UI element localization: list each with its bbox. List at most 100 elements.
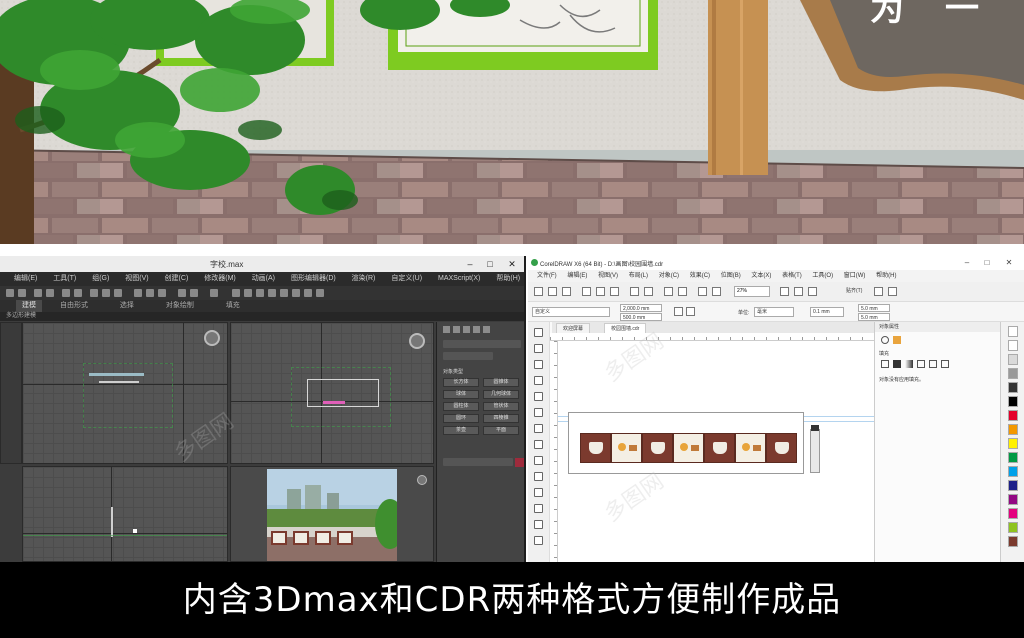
max-menu-help[interactable]: 帮助(H) <box>496 272 520 286</box>
cdr-menu-bitmaps[interactable]: 位图(B) <box>721 270 741 282</box>
snap-icon[interactable] <box>134 289 142 297</box>
save-icon[interactable] <box>562 287 571 296</box>
max-menu-animation[interactable]: 动画(A) <box>252 272 275 286</box>
postscript-fill-icon[interactable] <box>941 360 949 368</box>
page-width-field[interactable]: 2,000.0 mm <box>620 304 662 312</box>
swatch-magenta[interactable] <box>1008 508 1018 519</box>
viewport-left[interactable] <box>22 466 228 562</box>
teapot-icon[interactable] <box>280 289 288 297</box>
torus-button[interactable]: 圆环 <box>443 414 479 423</box>
scale-icon[interactable] <box>114 289 122 297</box>
swatch-gray[interactable] <box>1008 368 1018 379</box>
new-doc-icon[interactable] <box>534 287 543 296</box>
max-menu-edit[interactable]: 编辑(E) <box>14 272 37 286</box>
ribbon-tab-object-paint[interactable]: 对象绘制 <box>166 300 194 312</box>
minimize-icon[interactable]: – <box>460 257 480 271</box>
link-icon[interactable] <box>34 289 42 297</box>
ribbon-tab-selection[interactable]: 选择 <box>120 300 134 312</box>
cdr-menu-object[interactable]: 对象(C) <box>659 270 679 282</box>
ribbon-tab-populate[interactable]: 填充 <box>226 300 240 312</box>
percent-snap-icon[interactable] <box>158 289 166 297</box>
align-icon[interactable] <box>190 289 198 297</box>
wall-panel[interactable] <box>704 433 735 463</box>
cdr-menu-tools[interactable]: 工具(O) <box>812 270 833 282</box>
zoom-tool-icon[interactable] <box>534 376 543 385</box>
move-icon[interactable] <box>90 289 98 297</box>
show-grid-icon[interactable] <box>808 287 817 296</box>
ellipse-tool-icon[interactable] <box>534 440 543 449</box>
options-icon[interactable] <box>874 287 883 296</box>
max-menu-modifiers[interactable]: 修改器(M) <box>204 272 236 286</box>
swatch-yellow[interactable] <box>1008 438 1018 449</box>
max-menu-customize[interactable]: 自定义(U) <box>391 272 422 286</box>
cdr-close-icon[interactable]: ✕ <box>1002 257 1016 269</box>
cdr-menu-edit[interactable]: 编辑(E) <box>567 270 587 282</box>
swatch-light-gray[interactable] <box>1008 354 1018 365</box>
fill-tab-icon[interactable] <box>893 336 901 344</box>
wall-panel[interactable] <box>611 433 642 463</box>
display-tab-icon[interactable] <box>483 326 490 333</box>
viewcube-persp-icon[interactable] <box>417 475 427 485</box>
wall-pillar[interactable] <box>810 429 820 473</box>
horizontal-ruler[interactable] <box>550 333 874 341</box>
snap-to-label[interactable]: 贴齐(T) <box>846 287 862 294</box>
pattern-fill-icon[interactable] <box>917 360 925 368</box>
launcher-icon[interactable] <box>698 287 707 296</box>
text-tool-icon[interactable] <box>534 472 543 481</box>
uniform-fill-icon[interactable] <box>893 360 901 368</box>
landscape-icon[interactable] <box>686 307 695 316</box>
vertical-ruler[interactable] <box>550 341 558 562</box>
parallel-dimension-icon[interactable] <box>534 488 543 497</box>
app-launcher-icon[interactable] <box>888 287 897 296</box>
name-field[interactable] <box>443 458 513 466</box>
pick-tool-icon[interactable] <box>534 328 543 337</box>
nudge-distance-field[interactable]: 0.1 mm <box>810 307 844 317</box>
cdr-maximize-icon[interactable]: □ <box>980 257 994 269</box>
object-color-swatch[interactable] <box>515 458 524 467</box>
swatch-blue[interactable] <box>1008 480 1018 491</box>
close-icon[interactable]: ✕ <box>502 257 522 271</box>
create-tab-icon[interactable] <box>443 326 450 333</box>
paste-icon[interactable] <box>610 287 619 296</box>
swatch-brown[interactable] <box>1008 536 1018 547</box>
freehand-tool-icon[interactable] <box>534 392 543 401</box>
redo-icon[interactable] <box>18 289 26 297</box>
shape-tool-icon[interactable] <box>534 344 543 353</box>
rotate-icon[interactable] <box>102 289 110 297</box>
environment-icon[interactable] <box>304 289 312 297</box>
render-setup-icon[interactable] <box>244 289 252 297</box>
duplicate-x-field[interactable]: 5.0 mm <box>858 304 890 312</box>
cdr-menu-table[interactable]: 表格(T) <box>782 270 802 282</box>
cone-button[interactable]: 圆锥体 <box>483 378 519 387</box>
eyedropper-tool-icon[interactable] <box>534 520 543 529</box>
wall-panel[interactable] <box>766 433 797 463</box>
maximize-icon[interactable]: □ <box>480 257 500 271</box>
layer-icon[interactable] <box>210 289 218 297</box>
cdr-menu-effects[interactable]: 效果(C) <box>690 270 710 282</box>
geometry-type-row[interactable] <box>443 340 521 348</box>
teapot-button[interactable]: 茶壶 <box>443 426 479 435</box>
plane-button[interactable]: 平面 <box>483 426 519 435</box>
swatch-white[interactable] <box>1008 340 1018 351</box>
render-icon[interactable] <box>256 289 264 297</box>
swatch-none[interactable] <box>1008 326 1018 337</box>
max-menu-rendering[interactable]: 渲染(R) <box>352 272 376 286</box>
texture-fill-icon[interactable] <box>929 360 937 368</box>
sphere-button[interactable]: 球体 <box>443 390 479 399</box>
wall-panel[interactable] <box>735 433 766 463</box>
viewport-perspective[interactable] <box>230 466 434 562</box>
select-region-icon[interactable] <box>74 289 82 297</box>
mirror-icon[interactable] <box>178 289 186 297</box>
rectangle-tool-icon[interactable] <box>534 424 543 433</box>
tab-welcome[interactable]: 欢迎屏幕 <box>556 323 591 333</box>
cut-icon[interactable] <box>582 287 591 296</box>
render-frame-icon[interactable] <box>268 289 276 297</box>
swatch-green[interactable] <box>1008 452 1018 463</box>
max-menu-views[interactable]: 视图(V) <box>125 272 148 286</box>
ribbon-tab-modeling[interactable]: 建模 <box>16 300 42 312</box>
pyramid-button[interactable]: 四棱锥 <box>483 414 519 423</box>
cdr-minimize-icon[interactable]: – <box>960 257 974 269</box>
fountain-fill-icon[interactable] <box>905 360 913 368</box>
full-screen-icon[interactable] <box>780 287 789 296</box>
wall-panel[interactable] <box>580 433 611 463</box>
